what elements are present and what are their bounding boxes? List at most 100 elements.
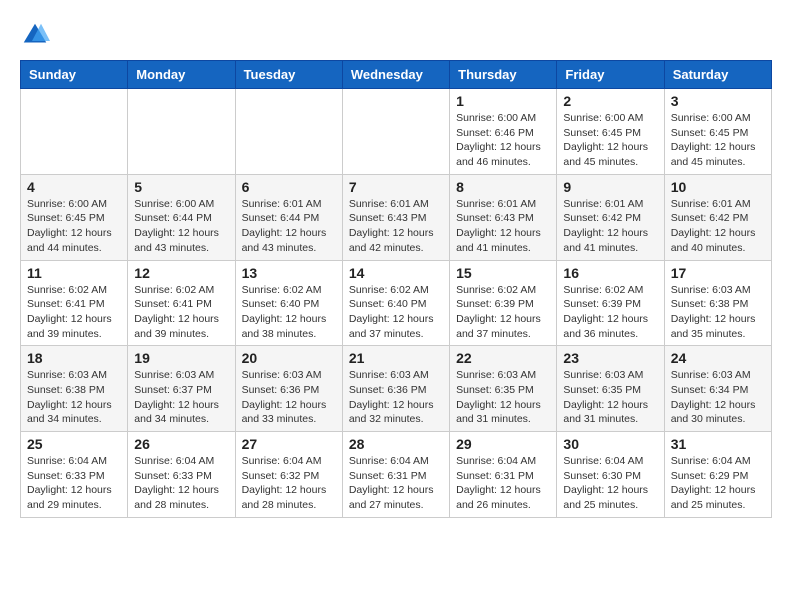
day-info: Sunrise: 6:03 AM Sunset: 6:34 PM Dayligh… xyxy=(671,368,765,427)
calendar-cell xyxy=(21,89,128,175)
calendar-cell: 6 Sunrise: 6:01 AM Sunset: 6:44 PM Daylig… xyxy=(235,174,342,260)
day-info: Sunrise: 6:02 AM Sunset: 6:41 PM Dayligh… xyxy=(134,283,228,342)
calendar: SundayMondayTuesdayWednesdayThursdayFrid… xyxy=(20,60,772,518)
day-number: 25 xyxy=(27,436,121,452)
day-number: 31 xyxy=(671,436,765,452)
day-info: Sunrise: 6:03 AM Sunset: 6:38 PM Dayligh… xyxy=(671,283,765,342)
day-number: 4 xyxy=(27,179,121,195)
calendar-cell: 28 Sunrise: 6:04 AM Sunset: 6:31 PM Dayli… xyxy=(342,432,449,518)
calendar-cell: 15 Sunrise: 6:02 AM Sunset: 6:39 PM Dayli… xyxy=(450,260,557,346)
day-number: 1 xyxy=(456,93,550,109)
calendar-cell: 3Sunrise: 6:00 AM Sunset: 6:45 PM Daylig… xyxy=(664,89,771,175)
day-info: Sunrise: 6:03 AM Sunset: 6:35 PM Dayligh… xyxy=(456,368,550,427)
day-number: 28 xyxy=(349,436,443,452)
calendar-week-row: 1 Sunrise: 6:00 AM Sunset: 6:46 PM Daylig… xyxy=(21,89,772,175)
day-info: Sunrise: 6:04 AM Sunset: 6:31 PM Dayligh… xyxy=(349,454,443,513)
calendar-day-header: Wednesday xyxy=(342,61,449,89)
calendar-cell: 18 Sunrise: 6:03 AM Sunset: 6:38 PM Dayli… xyxy=(21,346,128,432)
day-number: 3 xyxy=(671,93,765,109)
day-number: 27 xyxy=(242,436,336,452)
calendar-cell: 20 Sunrise: 6:03 AM Sunset: 6:36 PM Dayli… xyxy=(235,346,342,432)
day-number: 14 xyxy=(349,265,443,281)
calendar-cell: 2 Sunrise: 6:00 AM Sunset: 6:45 PM Daylig… xyxy=(557,89,664,175)
day-number: 21 xyxy=(349,350,443,366)
day-number: 2 xyxy=(563,93,657,109)
day-info: Sunrise: 6:01 AM Sunset: 6:43 PM Dayligh… xyxy=(349,197,443,256)
day-number: 7 xyxy=(349,179,443,195)
logo xyxy=(20,20,54,50)
day-number: 18 xyxy=(27,350,121,366)
day-number: 26 xyxy=(134,436,228,452)
calendar-cell: 1 Sunrise: 6:00 AM Sunset: 6:46 PM Daylig… xyxy=(450,89,557,175)
calendar-cell xyxy=(342,89,449,175)
day-info: Sunrise: 6:03 AM Sunset: 6:38 PM Dayligh… xyxy=(27,368,121,427)
calendar-cell: 29 Sunrise: 6:04 AM Sunset: 6:31 PM Dayli… xyxy=(450,432,557,518)
day-number: 30 xyxy=(563,436,657,452)
day-info: Sunrise: 6:00 AM Sunset: 6:46 PM Dayligh… xyxy=(456,111,550,170)
day-number: 11 xyxy=(27,265,121,281)
day-info: Sunrise: 6:02 AM Sunset: 6:40 PM Dayligh… xyxy=(349,283,443,342)
calendar-cell: 27 Sunrise: 6:04 AM Sunset: 6:32 PM Dayli… xyxy=(235,432,342,518)
day-info: Sunrise: 6:04 AM Sunset: 6:33 PM Dayligh… xyxy=(134,454,228,513)
calendar-week-row: 25 Sunrise: 6:04 AM Sunset: 6:33 PM Dayli… xyxy=(21,432,772,518)
calendar-cell: 12 Sunrise: 6:02 AM Sunset: 6:41 PM Dayli… xyxy=(128,260,235,346)
day-info: Sunrise: 6:04 AM Sunset: 6:31 PM Dayligh… xyxy=(456,454,550,513)
calendar-cell: 5 Sunrise: 6:00 AM Sunset: 6:44 PM Daylig… xyxy=(128,174,235,260)
calendar-cell: 21 Sunrise: 6:03 AM Sunset: 6:36 PM Dayli… xyxy=(342,346,449,432)
calendar-week-row: 18 Sunrise: 6:03 AM Sunset: 6:38 PM Dayli… xyxy=(21,346,772,432)
calendar-cell: 24 Sunrise: 6:03 AM Sunset: 6:34 PM Dayli… xyxy=(664,346,771,432)
calendar-cell: 16Sunrise: 6:02 AM Sunset: 6:39 PM Dayli… xyxy=(557,260,664,346)
day-number: 24 xyxy=(671,350,765,366)
day-number: 17 xyxy=(671,265,765,281)
calendar-cell: 26 Sunrise: 6:04 AM Sunset: 6:33 PM Dayli… xyxy=(128,432,235,518)
day-info: Sunrise: 6:04 AM Sunset: 6:33 PM Dayligh… xyxy=(27,454,121,513)
calendar-day-header: Friday xyxy=(557,61,664,89)
day-number: 5 xyxy=(134,179,228,195)
day-info: Sunrise: 6:01 AM Sunset: 6:42 PM Dayligh… xyxy=(671,197,765,256)
calendar-cell: 22 Sunrise: 6:03 AM Sunset: 6:35 PM Dayli… xyxy=(450,346,557,432)
calendar-cell: 25 Sunrise: 6:04 AM Sunset: 6:33 PM Dayli… xyxy=(21,432,128,518)
day-info: Sunrise: 6:01 AM Sunset: 6:44 PM Dayligh… xyxy=(242,197,336,256)
calendar-cell: 9 Sunrise: 6:01 AM Sunset: 6:42 PM Daylig… xyxy=(557,174,664,260)
calendar-cell: 8 Sunrise: 6:01 AM Sunset: 6:43 PM Daylig… xyxy=(450,174,557,260)
day-number: 6 xyxy=(242,179,336,195)
day-info: Sunrise: 6:04 AM Sunset: 6:32 PM Dayligh… xyxy=(242,454,336,513)
calendar-day-header: Thursday xyxy=(450,61,557,89)
page-header xyxy=(20,20,772,50)
calendar-cell: 17 Sunrise: 6:03 AM Sunset: 6:38 PM Dayli… xyxy=(664,260,771,346)
day-number: 22 xyxy=(456,350,550,366)
day-info: Sunrise: 6:02 AM Sunset: 6:41 PM Dayligh… xyxy=(27,283,121,342)
day-info: Sunrise: 6:02 AM Sunset: 6:39 PM Dayligh… xyxy=(456,283,550,342)
day-info: Sunrise: 6:01 AM Sunset: 6:42 PM Dayligh… xyxy=(563,197,657,256)
calendar-week-row: 11 Sunrise: 6:02 AM Sunset: 6:41 PM Dayli… xyxy=(21,260,772,346)
calendar-day-header: Tuesday xyxy=(235,61,342,89)
day-number: 20 xyxy=(242,350,336,366)
day-number: 12 xyxy=(134,265,228,281)
day-number: 16 xyxy=(563,265,657,281)
day-info: Sunrise: 6:00 AM Sunset: 6:45 PM Dayligh… xyxy=(563,111,657,170)
calendar-day-header: Sunday xyxy=(21,61,128,89)
day-number: 10 xyxy=(671,179,765,195)
day-info: Sunrise: 6:02 AM Sunset: 6:40 PM Dayligh… xyxy=(242,283,336,342)
day-info: Sunrise: 6:01 AM Sunset: 6:43 PM Dayligh… xyxy=(456,197,550,256)
day-number: 9 xyxy=(563,179,657,195)
day-info: Sunrise: 6:03 AM Sunset: 6:35 PM Dayligh… xyxy=(563,368,657,427)
calendar-cell: 10 Sunrise: 6:01 AM Sunset: 6:42 PM Dayli… xyxy=(664,174,771,260)
logo-icon xyxy=(20,20,50,50)
calendar-header-row: SundayMondayTuesdayWednesdayThursdayFrid… xyxy=(21,61,772,89)
day-info: Sunrise: 6:00 AM Sunset: 6:44 PM Dayligh… xyxy=(134,197,228,256)
day-number: 8 xyxy=(456,179,550,195)
calendar-cell xyxy=(128,89,235,175)
day-info: Sunrise: 6:03 AM Sunset: 6:36 PM Dayligh… xyxy=(349,368,443,427)
day-number: 19 xyxy=(134,350,228,366)
calendar-week-row: 4Sunrise: 6:00 AM Sunset: 6:45 PM Daylig… xyxy=(21,174,772,260)
calendar-cell: 31 Sunrise: 6:04 AM Sunset: 6:29 PM Dayli… xyxy=(664,432,771,518)
day-info: Sunrise: 6:03 AM Sunset: 6:36 PM Dayligh… xyxy=(242,368,336,427)
calendar-cell: 4Sunrise: 6:00 AM Sunset: 6:45 PM Daylig… xyxy=(21,174,128,260)
calendar-cell xyxy=(235,89,342,175)
calendar-cell: 30Sunrise: 6:04 AM Sunset: 6:30 PM Dayli… xyxy=(557,432,664,518)
day-number: 15 xyxy=(456,265,550,281)
day-number: 29 xyxy=(456,436,550,452)
calendar-day-header: Saturday xyxy=(664,61,771,89)
day-info: Sunrise: 6:04 AM Sunset: 6:29 PM Dayligh… xyxy=(671,454,765,513)
